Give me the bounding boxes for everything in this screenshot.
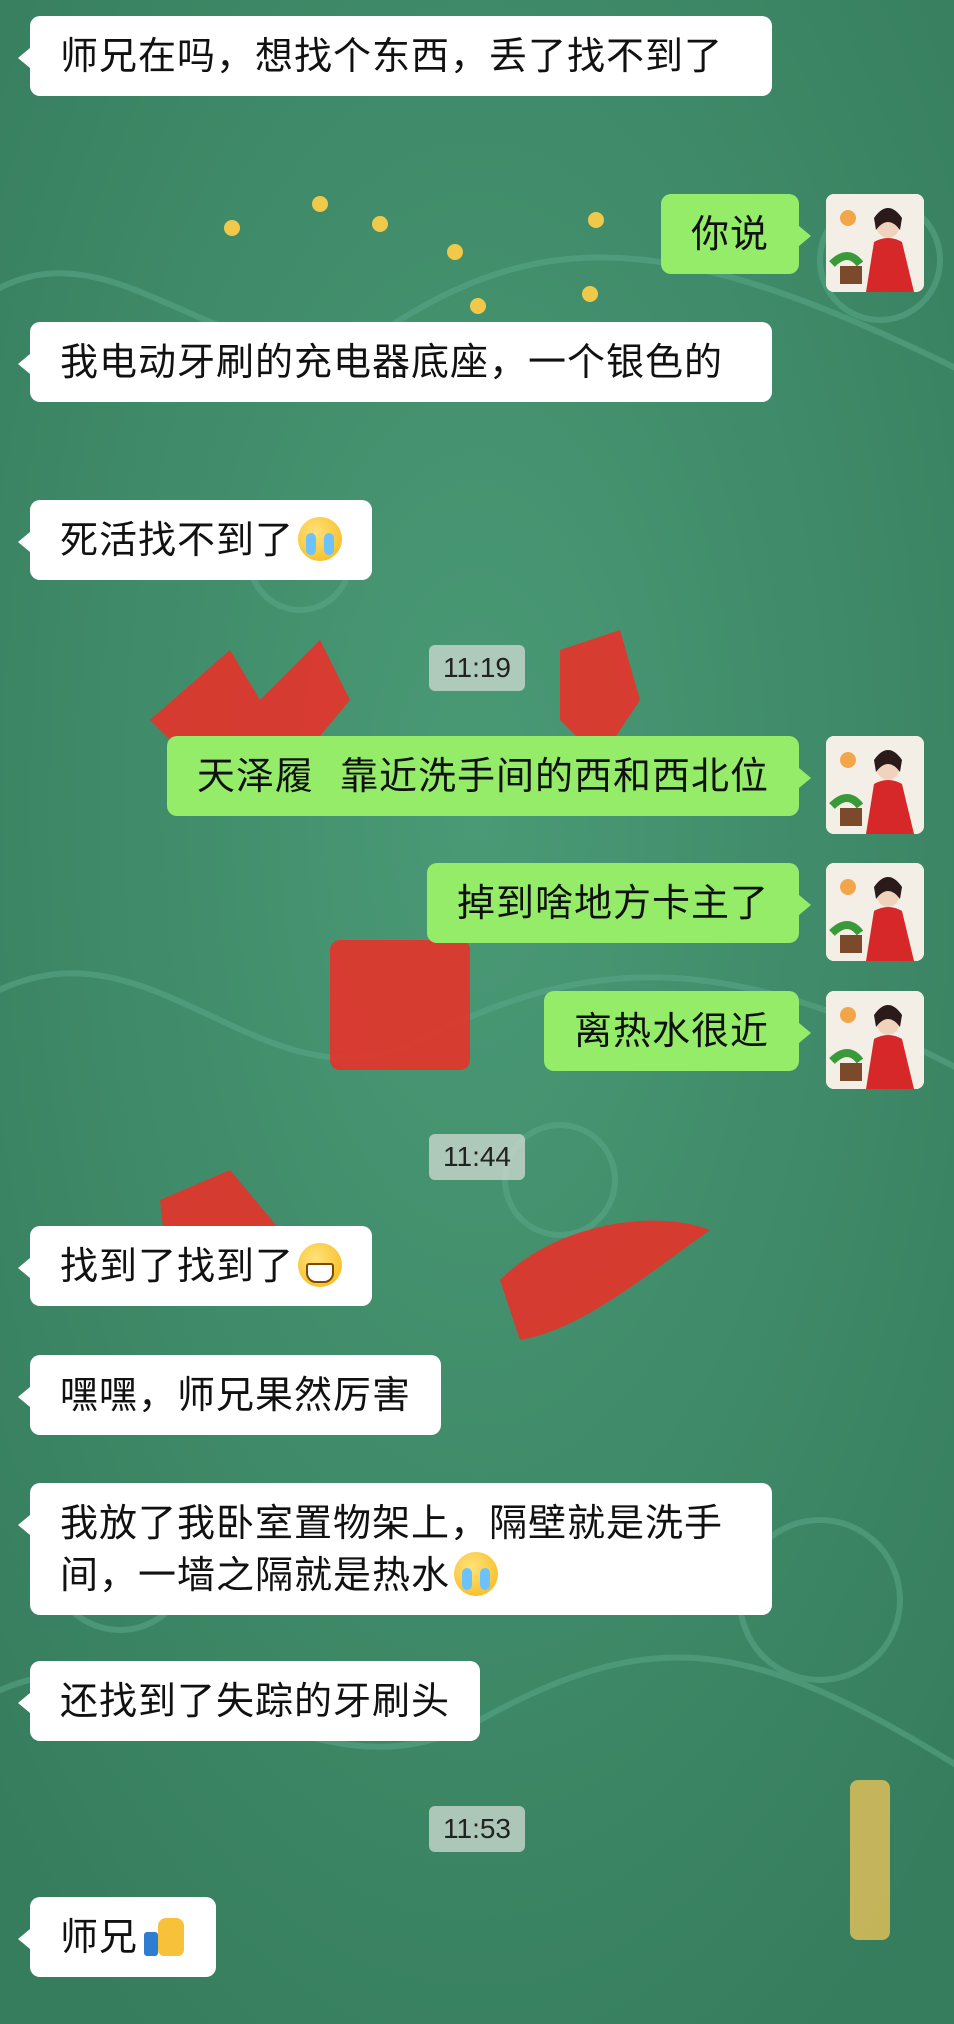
avatar[interactable] [826,991,924,1089]
grinning-face-icon [298,1243,343,1287]
avatar[interactable] [826,863,924,961]
message-text: 师兄 [60,1915,139,1959]
avatar-portrait-icon [826,194,924,292]
avatar-portrait-icon [826,863,924,961]
avatar-portrait-icon [826,736,924,834]
message-text: 师兄在吗，想找个东西，丢了找不到了 [60,34,724,78]
outgoing-message-bubble[interactable]: 离热水很近 [543,991,812,1071]
incoming-message-bubble[interactable]: 我电动牙刷的充电器底座，一个银色的 [18,322,772,402]
timestamp: 11:53 [429,1806,525,1852]
timestamp: 11:19 [429,645,525,691]
message-text: 死活找不到了 [60,518,295,562]
thumbs-up-icon [142,1914,186,1958]
outgoing-message-bubble[interactable]: 你说 [660,194,812,274]
message-text: 找到了找到了 [60,1244,295,1288]
outgoing-message-bubble[interactable]: 天泽履 靠近洗手间的西和西北位 [166,736,812,816]
message-text: 还找到了失踪的牙刷头 [60,1679,451,1723]
incoming-message-bubble[interactable]: 还找到了失踪的牙刷头 [17,1661,481,1741]
message-text: 天泽履 靠近洗手间的西和西北位 [196,754,769,798]
message-text: 嘿嘿，师兄果然厉害 [60,1373,412,1417]
avatar-portrait-icon [826,991,924,1089]
incoming-message-bubble[interactable]: 找到了找到了 [17,1226,373,1306]
avatar[interactable] [826,736,924,834]
crying-face-icon [298,517,343,561]
incoming-message-bubble[interactable]: 师兄 [17,1897,217,1977]
message-text: 你说 [690,212,769,256]
avatar[interactable] [826,194,924,292]
message-text: 我放了我卧室置物架上，隔壁就是洗手间，一墙之隔就是热水 [60,1501,724,1597]
message-text: 离热水很近 [573,1009,769,1053]
message-text: 掉到啥地方卡主了 [456,881,769,925]
outgoing-message-bubble[interactable]: 掉到啥地方卡主了 [426,863,812,943]
timestamp: 11:44 [429,1134,525,1180]
incoming-message-bubble[interactable]: 嘿嘿，师兄果然厉害 [17,1355,442,1435]
message-text: 我电动牙刷的充电器底座，一个银色的 [60,340,724,384]
incoming-message-bubble[interactable]: 我放了我卧室置物架上，隔壁就是洗手间，一墙之隔就是热水 [18,1483,772,1615]
incoming-message-bubble[interactable]: 师兄在吗，想找个东西，丢了找不到了 [18,16,772,96]
crying-face-icon [454,1552,499,1596]
incoming-message-bubble[interactable]: 死活找不到了 [17,500,373,580]
